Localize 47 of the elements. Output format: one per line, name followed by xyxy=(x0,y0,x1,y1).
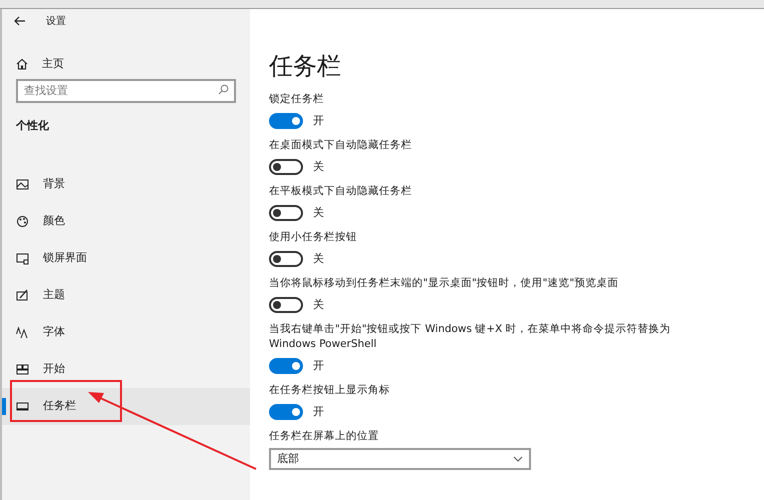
toggle-switch[interactable] xyxy=(269,404,303,420)
back-icon[interactable] xyxy=(14,16,26,26)
tiles-icon xyxy=(16,363,29,376)
sidebar-item[interactable]: 开始 xyxy=(2,351,250,388)
setting-label: 任务栏在屏幕上的位置 xyxy=(269,429,380,444)
toggle-state: 开 xyxy=(313,404,324,420)
setting-label: 锁定任务栏 xyxy=(269,92,325,107)
setting-label: 在任务栏按钮上显示角标 xyxy=(269,383,391,398)
section-heading: 个性化 xyxy=(14,118,50,134)
toggle-state: 开 xyxy=(313,112,324,129)
taskbar-icon xyxy=(16,400,29,413)
toggle-state: 关 xyxy=(313,158,324,175)
home-link[interactable]: 主页 xyxy=(2,54,250,74)
position-dropdown[interactable]: 底部 xyxy=(269,448,531,470)
toggle-switch[interactable] xyxy=(269,113,303,129)
setting-label: 在桌面模式下自动隐藏任务栏 xyxy=(269,138,413,153)
brush-icon xyxy=(16,289,29,302)
toggle-state: 关 xyxy=(313,296,324,313)
page-title: 任务栏 xyxy=(269,51,342,81)
toggle-switch[interactable] xyxy=(269,159,303,175)
monitor-lock-icon xyxy=(16,252,29,265)
toggle-state: 关 xyxy=(313,250,324,267)
toggle-switch[interactable] xyxy=(269,358,303,374)
toggle-state: 关 xyxy=(313,204,324,221)
sidebar-item[interactable]: 任务栏 xyxy=(2,388,250,425)
setting-label: 在平板模式下自动隐藏任务栏 xyxy=(269,184,413,199)
letters-icon xyxy=(16,326,29,339)
setting-label: 当我右键单击"开始"按钮或按下 Windows 键+X 时，在菜单中将命令提示符替换为 Windows PowerShell xyxy=(269,322,672,352)
sidebar-item[interactable]: 颜色 xyxy=(2,203,250,240)
selection-indicator xyxy=(2,398,6,415)
toggle-switch[interactable] xyxy=(269,251,303,267)
sidebar-item[interactable]: 背景 xyxy=(2,166,250,203)
search-icon xyxy=(218,84,229,95)
toggle-state: 开 xyxy=(313,358,324,374)
toggle-switch[interactable] xyxy=(269,205,303,221)
window-title: 设置 xyxy=(46,14,66,28)
sidebar-item[interactable]: 字体 xyxy=(2,314,250,351)
setting-label: 当你将鼠标移动到任务栏末端的"显示桌面"按钮时，使用"速览"预览桌面 xyxy=(269,276,620,291)
search-field[interactable]: 查找设置 xyxy=(16,78,236,102)
toggle-switch[interactable] xyxy=(269,297,303,313)
picture-icon xyxy=(16,178,29,191)
sidebar-item[interactable]: 主题 xyxy=(2,277,250,314)
chevron-down-icon xyxy=(513,456,523,462)
sidebar-item[interactable]: 锁屏界面 xyxy=(2,240,250,277)
home-icon xyxy=(16,58,28,70)
setting-label: 使用小任务栏按钮 xyxy=(269,230,358,245)
palette-icon xyxy=(16,215,29,228)
